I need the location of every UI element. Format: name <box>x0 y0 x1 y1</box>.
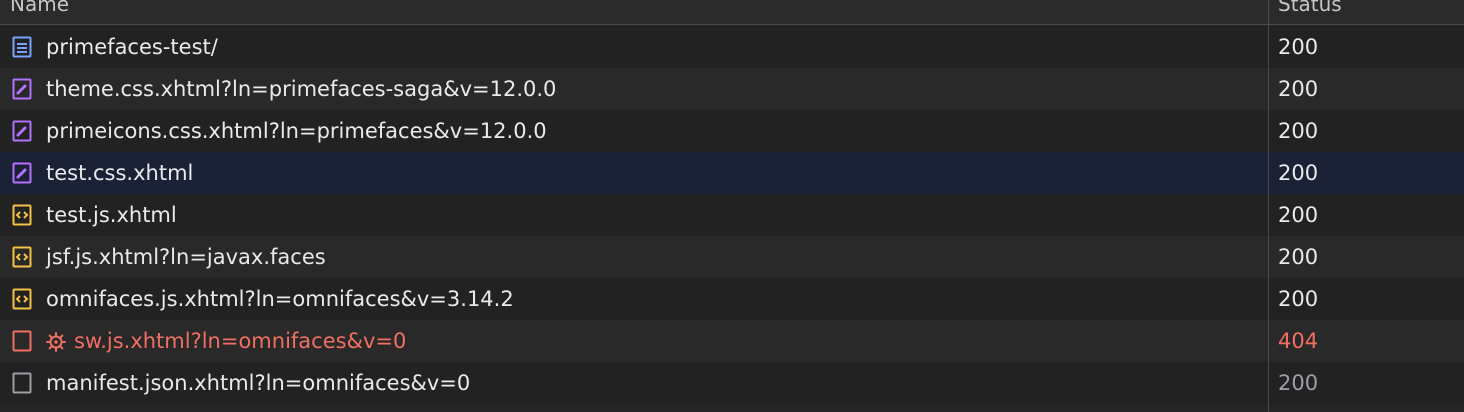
request-status: 200 <box>1278 203 1319 227</box>
request-status: 200 <box>1278 287 1319 311</box>
script-icon <box>12 288 32 310</box>
request-name-cell[interactable]: jsf.js.xhtml?ln=javax.faces <box>0 236 1268 278</box>
request-name: theme.css.xhtml?ln=primefaces-saga&v=12.… <box>46 77 557 101</box>
request-name: primefaces-test/ <box>46 35 218 59</box>
request-name: sw.js.xhtml?ln=omnifaces&v=0 <box>74 329 407 353</box>
request-status: 200 <box>1278 77 1319 101</box>
request-name-cell[interactable]: omnifaces.js.xhtml?ln=omnifaces&v=3.14.2 <box>0 278 1268 320</box>
gear-icon <box>46 332 66 352</box>
request-row-error[interactable]: sw.js.xhtml?ln=omnifaces&v=0 404 <box>0 320 1464 362</box>
stylesheet-icon <box>12 78 32 100</box>
request-row[interactable]: omnifaces.js.xhtml?ln=omnifaces&v=3.14.2… <box>0 278 1464 320</box>
request-row[interactable]: theme.css.xhtml?ln=primefaces-saga&v=12.… <box>0 68 1464 110</box>
status-column-header[interactable]: Status <box>1278 0 1342 17</box>
error-file-icon <box>12 330 32 352</box>
request-name-cell[interactable]: primeicons.css.xhtml?ln=primefaces&v=12.… <box>0 110 1268 152</box>
request-name: test.js.xhtml <box>46 203 177 227</box>
table-header: Name Status <box>0 0 1464 25</box>
request-name-cell[interactable]: primefaces-test/ <box>0 26 1268 68</box>
column-divider[interactable] <box>1268 0 1269 412</box>
request-row[interactable]: test.js.xhtml 200 <box>0 194 1464 236</box>
generic-file-icon <box>12 372 32 394</box>
network-request-table: Name Status primefaces-test/ 200 theme.c… <box>0 0 1464 412</box>
request-status: 200 <box>1278 119 1319 143</box>
request-row[interactable]: manifest.json.xhtml?ln=omnifaces&v=0 200 <box>0 362 1464 404</box>
request-name: primeicons.css.xhtml?ln=primefaces&v=12.… <box>46 119 547 143</box>
stylesheet-icon <box>12 162 32 184</box>
document-icon <box>12 36 32 58</box>
request-name-cell[interactable]: sw.js.xhtml?ln=omnifaces&v=0 <box>0 320 1268 362</box>
request-status: 200 <box>1278 371 1319 395</box>
request-row[interactable]: primefaces-test/ 200 <box>0 26 1464 68</box>
request-row[interactable]: primeicons.css.xhtml?ln=primefaces&v=12.… <box>0 110 1464 152</box>
stylesheet-icon <box>12 120 32 142</box>
request-name: jsf.js.xhtml?ln=javax.faces <box>46 245 326 269</box>
request-name-cell[interactable]: manifest.json.xhtml?ln=omnifaces&v=0 <box>0 362 1268 404</box>
request-row[interactable]: jsf.js.xhtml?ln=javax.faces 200 <box>0 236 1464 278</box>
request-row-selected[interactable]: test.css.xhtml 200 <box>0 152 1464 194</box>
name-column-header[interactable]: Name <box>10 0 69 17</box>
request-status: 200 <box>1278 245 1319 269</box>
request-name: test.css.xhtml <box>46 161 194 185</box>
request-list: primefaces-test/ 200 theme.css.xhtml?ln=… <box>0 26 1464 404</box>
request-name: omnifaces.js.xhtml?ln=omnifaces&v=3.14.2 <box>46 287 514 311</box>
request-name-cell[interactable]: test.css.xhtml <box>0 152 1268 194</box>
request-name: manifest.json.xhtml?ln=omnifaces&v=0 <box>46 371 471 395</box>
script-icon <box>12 246 32 268</box>
request-status: 200 <box>1278 35 1319 59</box>
request-status: 200 <box>1278 161 1319 185</box>
request-status: 404 <box>1278 329 1319 353</box>
request-name-cell[interactable]: test.js.xhtml <box>0 194 1268 236</box>
script-icon <box>12 204 32 226</box>
request-name-cell[interactable]: theme.css.xhtml?ln=primefaces-saga&v=12.… <box>0 68 1268 110</box>
